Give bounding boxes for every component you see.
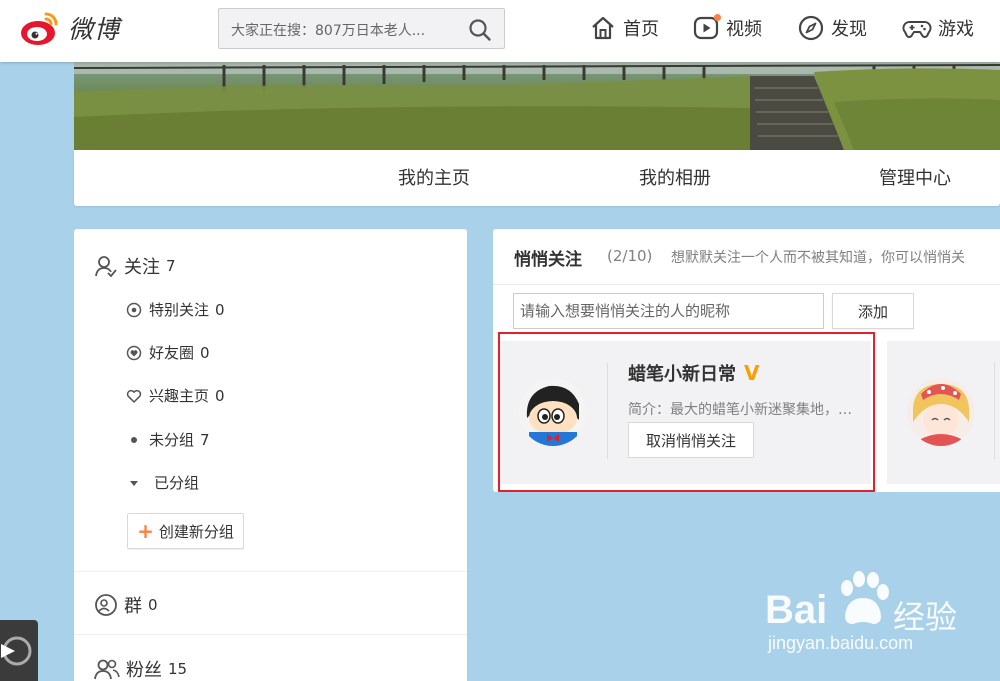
sidebar-item-friend-circle[interactable]: 好友圈 0 xyxy=(126,342,210,363)
heart-outline-icon xyxy=(126,389,142,403)
add-button[interactable]: 添加 xyxy=(832,293,914,329)
sidebar-item-label: 好友圈 xyxy=(149,344,195,362)
sidebar-follow[interactable]: 关注 7 xyxy=(94,253,176,279)
fans-label: 粉丝 xyxy=(126,660,162,681)
floating-play-widget[interactable] xyxy=(0,620,38,681)
nickname-input[interactable] xyxy=(513,293,824,329)
panel-count: (2/10) xyxy=(607,247,653,265)
compass-icon xyxy=(798,15,824,41)
nav-discover[interactable]: 发现 xyxy=(797,12,867,44)
watermark-brand-cn: 经验 xyxy=(893,598,958,636)
tab-my-album[interactable]: 我的相册 xyxy=(639,164,711,190)
cancel-secret-follow-button[interactable]: 取消悄悄关注 xyxy=(628,422,754,458)
weibo-logo[interactable]: 微博 xyxy=(18,8,120,48)
nav-home[interactable]: 首页 xyxy=(589,12,659,44)
dot-icon xyxy=(131,436,137,443)
nav-video-label: 视频 xyxy=(726,19,762,40)
sidebar-item-label: 兴趣主页 xyxy=(149,387,210,405)
sidebar-divider xyxy=(74,634,467,635)
groups-count: 0 xyxy=(148,596,158,614)
weibo-eye-icon xyxy=(21,12,58,45)
target-icon xyxy=(126,302,142,317)
panel-description: 想默默关注一个人而不被其知道，你可以悄悄关 xyxy=(671,250,965,266)
card-divider xyxy=(994,363,995,459)
user-name-row: 蜡笔小新日常 V xyxy=(628,360,759,386)
search-icon[interactable] xyxy=(468,18,492,42)
group-chat-icon xyxy=(95,594,117,616)
tab-management-center[interactable]: 管理中心 xyxy=(879,164,951,190)
nav-home-label: 首页 xyxy=(623,19,659,40)
sidebar-fans[interactable]: 粉丝 15 xyxy=(94,656,187,681)
sidebar-item-ungrouped[interactable]: 未分组 7 xyxy=(126,429,210,450)
person-icon xyxy=(95,256,117,278)
search-input[interactable]: 大家正在搜：807万日本老人... xyxy=(231,20,453,40)
followed-user-card xyxy=(887,341,1000,484)
nav-video[interactable]: 视频 xyxy=(692,12,762,44)
followed-user-card: 蜡笔小新日常 V 简介：最大的蜡笔小新迷聚集地，… 取消悄悄关注 xyxy=(500,341,871,484)
sidebar-item-special-follow[interactable]: 特别关注 0 xyxy=(126,299,225,320)
user-avatar[interactable] xyxy=(907,378,975,446)
sidebar-item-interest-pages[interactable]: 兴趣主页 0 xyxy=(126,385,225,406)
user-intro: 简介：最大的蜡笔小新迷聚集地，… xyxy=(628,402,852,418)
profile-cover-image xyxy=(74,62,1000,150)
create-group-button[interactable]: + 创建新分组 xyxy=(127,513,244,549)
groups-label: 群 xyxy=(124,596,142,617)
play-icon xyxy=(1,636,32,666)
profile-tabs-bar: 我的主页 我的相册 管理中心 xyxy=(74,150,1000,206)
baidu-paw-icon xyxy=(841,571,889,624)
tab-my-homepage[interactable]: 我的主页 xyxy=(398,164,470,190)
triangle-down-icon xyxy=(130,480,138,486)
watermark-brand: Bai xyxy=(765,588,828,632)
sidebar-item-count: 0 xyxy=(200,343,210,362)
sidebar-item-count: 7 xyxy=(200,430,210,449)
cover-landscape-image xyxy=(74,62,1000,150)
top-nav-bar: 微博 大家正在搜：807万日本老人... 首页 视频 发现 游戏 xyxy=(0,0,1000,62)
plus-icon: + xyxy=(137,519,154,543)
secret-follow-panel: 悄悄关注 (2/10) 想默默关注一个人而不被其知道，你可以悄悄关 添加 蜡笔小… xyxy=(493,229,1000,492)
panel-title: 悄悄关注 xyxy=(514,250,582,270)
fans-count: 15 xyxy=(168,660,188,678)
fans-icon xyxy=(94,659,120,680)
sidebar-item-grouped[interactable]: 已分组 xyxy=(126,472,199,493)
sidebar-item-label: 特别关注 xyxy=(149,301,210,319)
weibo-logo-text: 微博 xyxy=(68,15,121,44)
create-group-label: 创建新分组 xyxy=(158,522,234,541)
baidu-jingyan-watermark: Bai 经验 jingyan.baidu.com xyxy=(765,570,995,665)
search-box[interactable]: 大家正在搜：807万日本老人... xyxy=(218,8,505,49)
sidebar-item-count: 0 xyxy=(215,386,225,405)
sidebar-item-label: 未分组 xyxy=(149,431,195,449)
verified-v-icon: V xyxy=(744,361,760,385)
sidebar-item-label: 已分组 xyxy=(154,474,200,492)
follow-label: 关注 xyxy=(124,257,160,278)
card-divider xyxy=(607,363,608,459)
panel-divider xyxy=(493,284,1000,285)
video-notification-dot xyxy=(714,14,721,21)
sidebar-groups[interactable]: 群 0 xyxy=(94,592,158,618)
left-sidebar: 关注 7 特别关注 0 好友圈 0 兴趣主页 0 未分组 7 已分组 + 创建新… xyxy=(74,229,467,681)
nav-games-label: 游戏 xyxy=(938,19,974,40)
sidebar-item-count: 0 xyxy=(215,300,225,319)
gamepad-icon xyxy=(902,21,932,38)
watermark-url: jingyan.baidu.com xyxy=(768,633,914,653)
nav-discover-label: 发现 xyxy=(831,19,867,40)
heart-circle-icon xyxy=(126,345,142,360)
user-avatar[interactable] xyxy=(519,378,587,446)
follow-count: 7 xyxy=(166,257,176,275)
home-icon xyxy=(592,16,614,40)
user-name[interactable]: 蜡笔小新日常 xyxy=(628,360,736,386)
sidebar-divider xyxy=(74,571,467,572)
nav-games[interactable]: 游戏 xyxy=(902,12,974,44)
